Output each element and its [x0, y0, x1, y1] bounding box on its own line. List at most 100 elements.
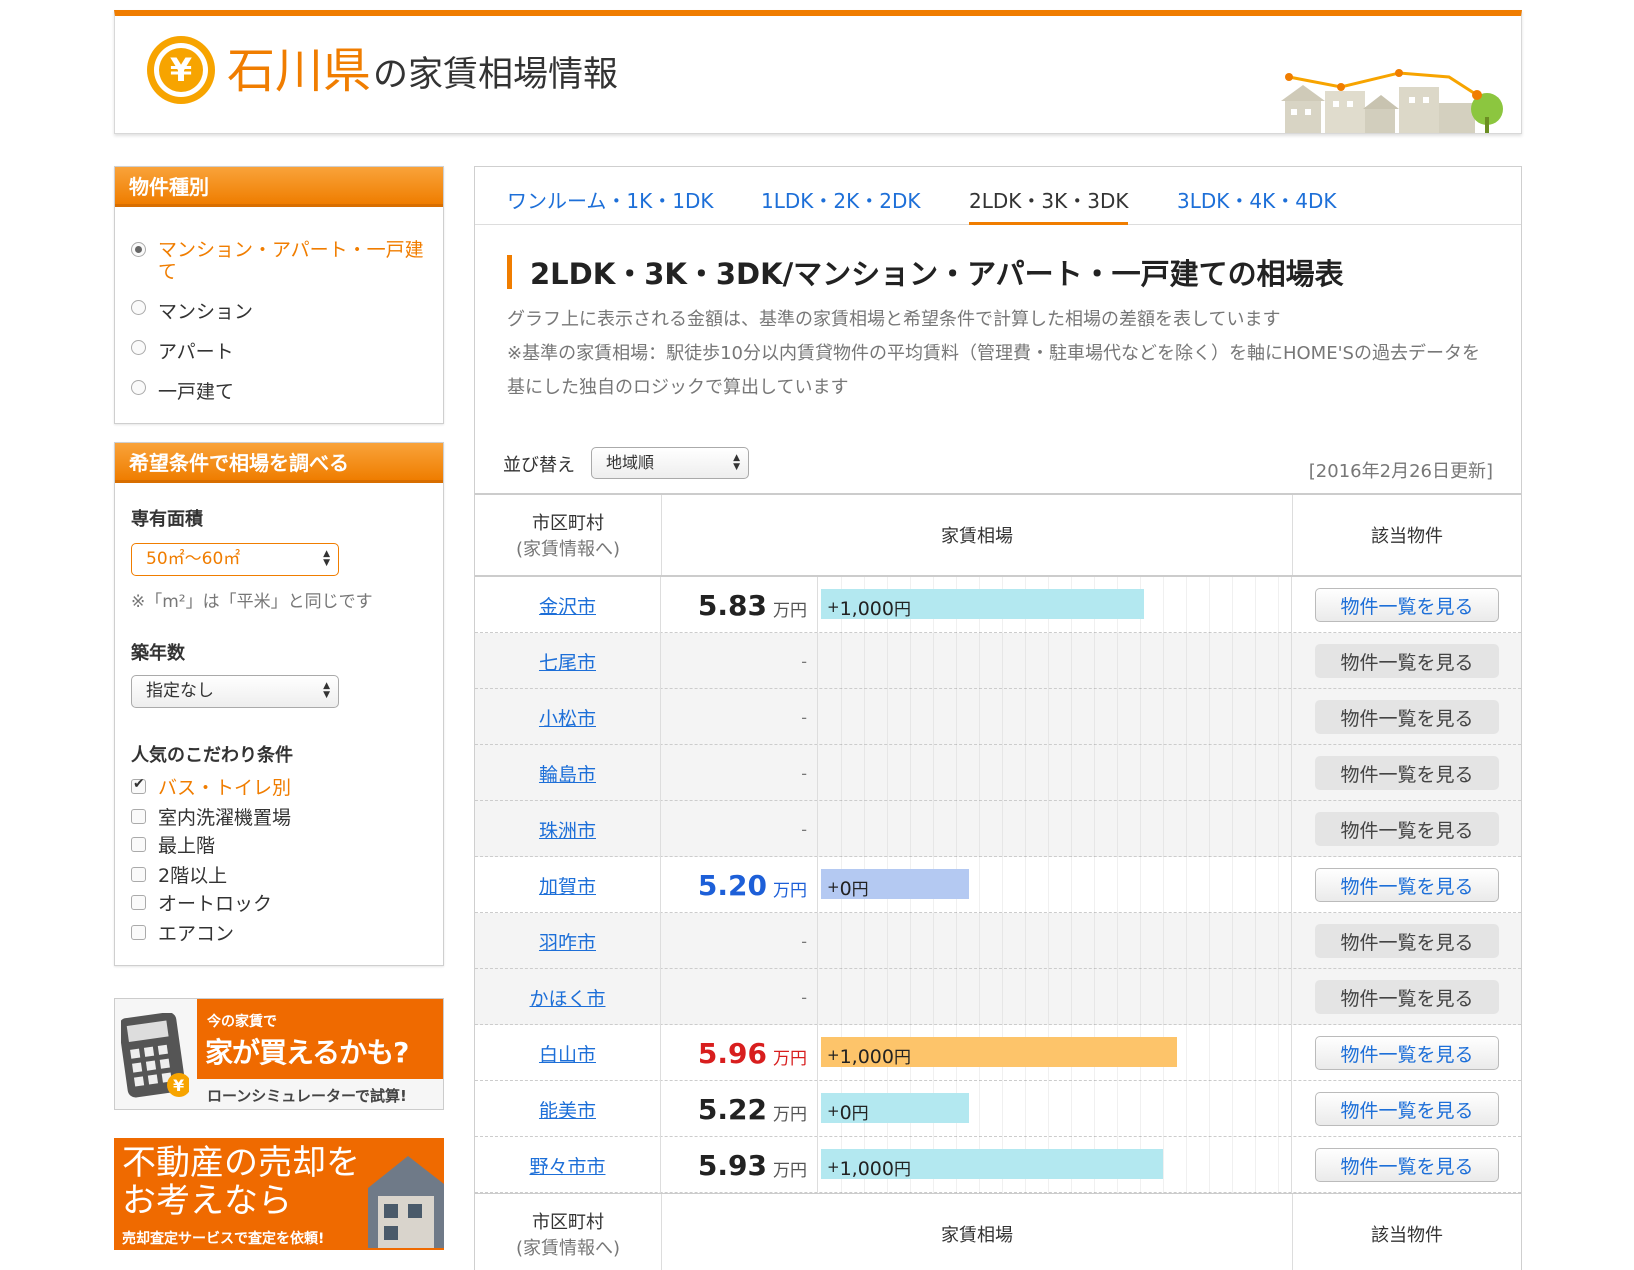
city-link[interactable]: 加賀市: [475, 857, 661, 913]
view-listings-button[interactable]: 物件一覧を見る: [1315, 644, 1499, 678]
view-listings-button[interactable]: 物件一覧を見る: [1315, 924, 1499, 958]
property-type-panel: 物件種別 マンション・アパート・一戸建て マンション アパート 一戸建て: [114, 166, 444, 424]
radio-icon[interactable]: [131, 300, 146, 315]
city-link[interactable]: 輪島市: [475, 745, 661, 801]
rent-diff-label: +1,000円: [827, 1158, 911, 1180]
view-listings-button[interactable]: 物件一覧を見る: [1315, 1036, 1499, 1070]
col-city: 市区町村 (家賃情報へ): [515, 1212, 621, 1259]
col-listings: 該当物件: [1371, 526, 1443, 547]
price-unit: 万円: [773, 1048, 807, 1069]
property-type-heading: 物件種別: [115, 167, 443, 207]
area-note: ※「m²」は「平米」と同じです: [131, 592, 373, 612]
table-row: 白山市 5.96 万円 +1,000円 物件一覧を見る: [475, 1025, 1521, 1081]
view-listings-button[interactable]: 物件一覧を見る: [1315, 1148, 1499, 1182]
checkbox-icon[interactable]: [131, 837, 146, 852]
rent-price: 5.96 万円: [662, 1025, 818, 1081]
table-row: 野々市市 5.93 万円 +1,000円 物件一覧を見る: [475, 1137, 1521, 1193]
radio-icon[interactable]: [131, 380, 146, 395]
col-listings: 該当物件: [1371, 1225, 1443, 1246]
banner-loan-sub: ローンシミュレーターで試算!: [207, 1087, 407, 1105]
select-arrows-icon: ▲ ▼: [323, 549, 330, 568]
city-link[interactable]: 珠洲市: [475, 801, 661, 857]
rent-table: 市区町村 (家賃情報へ) 家賃相場 該当物件 金沢市 5.83 万円 +1,000円物…: [475, 493, 1521, 1270]
view-listings-button[interactable]: 物件一覧を見る: [1315, 588, 1499, 622]
price-empty: -: [801, 987, 807, 1007]
radio-icon[interactable]: [131, 340, 146, 355]
checkbox-icon[interactable]: [131, 867, 146, 882]
view-listings-button[interactable]: 物件一覧を見る: [1315, 1092, 1499, 1126]
table-row: 羽咋市 - 物件一覧を見る: [475, 913, 1521, 969]
rent-graph-cell: +1,000円: [819, 577, 1292, 633]
check-second-floor[interactable]: 2階以上: [131, 861, 227, 888]
radio-label: マンション・アパート・一戸建て: [158, 239, 424, 283]
city-link[interactable]: 羽咋市: [475, 913, 661, 969]
city-link[interactable]: かほく市: [475, 969, 661, 1025]
age-select[interactable]: 指定なし ▲ ▼: [131, 675, 339, 708]
rent-diff-label: +1,000円: [827, 598, 911, 620]
rent-price: -: [662, 969, 818, 1025]
sort-label: 並び替え: [503, 455, 575, 476]
col-rent: 家賃相場: [941, 1225, 1013, 1246]
tab-3ldk[interactable]: 3LDK・4K・4DK: [1177, 185, 1336, 214]
rent-graph-cell: +1,000円: [819, 1137, 1292, 1193]
city-link[interactable]: 野々市市: [475, 1137, 661, 1193]
price-unit: 万円: [773, 880, 807, 901]
price-unit: 万円: [773, 1104, 807, 1125]
checkbox-checked-icon[interactable]: [131, 776, 146, 794]
city-link[interactable]: 七尾市: [475, 633, 661, 689]
checkbox-icon[interactable]: [131, 925, 146, 940]
tab-1room[interactable]: ワンルーム・1K・1DK: [507, 185, 713, 214]
main-panel: ワンルーム・1K・1DK 1LDK・2K・2DK 2LDK・3K・3DK 3LD…: [474, 166, 1522, 1270]
tab-1ldk[interactable]: 1LDK・2K・2DK: [761, 185, 920, 214]
rent-diff-label: +1,000円: [827, 1046, 911, 1068]
tab-2ldk[interactable]: 2LDK・3K・3DK: [969, 185, 1129, 225]
rent-graph-cell: [819, 633, 1292, 689]
banner-loan-small: 今の家賃で: [207, 1014, 277, 1030]
city-graph-illustration-icon: [1281, 69, 1503, 133]
city-link[interactable]: 小松市: [475, 689, 661, 745]
sell-property-banner[interactable]: 不動産の売却を お考えなら 売却査定サービスで査定を依頼!: [114, 1138, 444, 1250]
radio-mansion[interactable]: マンション: [131, 297, 253, 324]
view-listings-button[interactable]: 物件一覧を見る: [1315, 812, 1499, 846]
check-autolock[interactable]: オートロック: [131, 889, 272, 916]
updated-date: [2016年2月26日更新]: [1308, 461, 1493, 482]
view-listings-button[interactable]: 物件一覧を見る: [1315, 980, 1499, 1014]
price-value: 5.20: [697, 868, 767, 902]
check-bath-toilet[interactable]: バス・トイレ別: [131, 773, 291, 800]
price-value: 5.83: [697, 588, 767, 622]
price-empty: -: [801, 819, 807, 839]
table-header: 市区町村 (家賃情報へ) 家賃相場 該当物件: [475, 493, 1521, 577]
area-select[interactable]: 50㎡〜60㎡ ▲ ▼: [131, 543, 339, 576]
table-row: 能美市 5.22 万円 +0円 物件一覧を見る: [475, 1081, 1521, 1137]
radio-apartment[interactable]: アパート: [131, 337, 234, 364]
table-row: 輪島市 - 物件一覧を見る: [475, 745, 1521, 801]
price-unit: 万円: [773, 1160, 807, 1181]
check-aircon[interactable]: エアコン: [131, 919, 234, 946]
table-row: 珠洲市 - 物件一覧を見る: [475, 801, 1521, 857]
checkbox-icon[interactable]: [131, 895, 146, 910]
radio-house[interactable]: 一戸建て: [131, 377, 234, 404]
rent-price: 5.83 万円: [662, 577, 818, 633]
check-washer[interactable]: 室内洗濯機置場: [131, 803, 291, 830]
rent-graph-cell: [819, 689, 1292, 745]
view-listings-button[interactable]: 物件一覧を見る: [1315, 868, 1499, 902]
city-link[interactable]: 能美市: [475, 1081, 661, 1137]
page-header: ¥ 石川県 の家賃相場情報: [114, 10, 1522, 134]
rent-price: -: [662, 801, 818, 857]
city-link[interactable]: 白山市: [475, 1025, 661, 1081]
radio-selected-icon[interactable]: [131, 242, 146, 257]
table-row: 金沢市 5.83 万円 +1,000円 物件一覧を見る: [475, 577, 1521, 633]
loan-simulator-banner[interactable]: ¥ 今の家賃で 家が買えるかも? ローンシミュレーターで試算!: [114, 998, 444, 1110]
sort-select[interactable]: 地域順 ▲ ▼: [591, 447, 749, 479]
radio-all-types[interactable]: マンション・アパート・一戸建て: [131, 239, 438, 283]
description: グラフ上に表示される金額は、基準の家賃相場と希望条件で計算した相場の差額を表して…: [507, 309, 1480, 398]
select-arrows-icon: ▲ ▼: [733, 453, 740, 472]
rent-graph-cell: [819, 913, 1292, 969]
check-top-floor[interactable]: 最上階: [131, 831, 215, 858]
radio-label: アパート: [158, 341, 234, 363]
checkbox-icon[interactable]: [131, 809, 146, 824]
view-listings-button[interactable]: 物件一覧を見る: [1315, 700, 1499, 734]
city-link[interactable]: 金沢市: [475, 577, 661, 633]
rent-graph-cell: +0円: [819, 857, 1292, 913]
view-listings-button[interactable]: 物件一覧を見る: [1315, 756, 1499, 790]
